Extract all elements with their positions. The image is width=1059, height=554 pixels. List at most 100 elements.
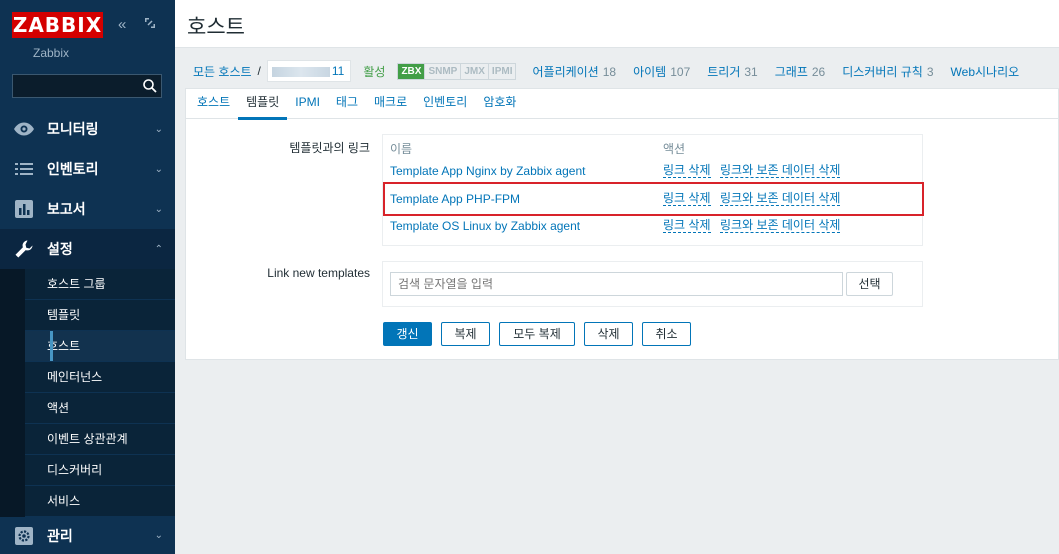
all-hosts-link[interactable]: 모든 호스트 [193, 63, 252, 80]
unlink-and-clear-button[interactable]: 링크와 보존 데이터 삭제 [720, 219, 841, 233]
main-content: 호스트 모든 호스트 / 11 활성 ZBX SNMP JMX IPMI 어플리… [175, 0, 1059, 554]
menu-administration[interactable]: 관리 ⌄ [0, 517, 175, 554]
column-header-action: 액션 [663, 142, 686, 156]
page-title: 호스트 [187, 15, 245, 39]
zabbix-logo[interactable]: ZABBIX [12, 12, 103, 38]
tab-tags[interactable]: 태그 [328, 89, 366, 119]
snmp-availability-badge: SNMP [424, 63, 461, 79]
tab-ipmi[interactable]: IPMI [287, 89, 328, 119]
select-button[interactable]: 선택 [846, 272, 893, 296]
tab-templates[interactable]: 템플릿 [238, 89, 288, 120]
template-name-link[interactable]: Template OS Linux by Zabbix agent [390, 219, 580, 233]
current-host-link[interactable]: 11 [266, 60, 352, 82]
sidebar-search-input[interactable] [13, 75, 133, 97]
unlink-button[interactable]: 링크 삭제 [663, 164, 711, 178]
tab-macros[interactable]: 매크로 [366, 89, 415, 119]
wrench-icon [13, 238, 35, 260]
applications-nav: 어플리케이션 18 [532, 63, 616, 80]
chevron-down-icon: ⌄ [154, 163, 163, 175]
discovery-rules-link[interactable]: 디스커버리 규칙 [842, 65, 923, 79]
menu-label: 설정 [47, 241, 73, 257]
clone-button[interactable]: 복제 [441, 322, 490, 346]
host-navigation: 모든 호스트 / 11 활성 ZBX SNMP JMX IPMI 어플리케이션 1… [185, 58, 1059, 84]
kiosk-mode-icon[interactable] [144, 17, 156, 29]
submenu-maintenance[interactable]: 메인터넌스 [25, 362, 175, 393]
menu-label: 인벤토리 [47, 161, 99, 177]
link-new-templates-box: 선택 [382, 261, 923, 307]
gear-icon [13, 525, 35, 547]
submenu-event-correlation[interactable]: 이벤트 상관관계 [25, 424, 175, 455]
bar-chart-icon [13, 198, 35, 220]
chevron-down-icon: ⌄ [154, 203, 163, 215]
discovery-rules-nav: 디스커버리 규칙 3 [842, 63, 933, 80]
graphs-nav: 그래프 26 [775, 63, 825, 80]
triggers-count: 31 [744, 64, 758, 79]
items-link[interactable]: 아이템 [633, 65, 666, 79]
submenu-services[interactable]: 서비스 [25, 486, 175, 517]
applications-link[interactable]: 어플리케이션 [532, 65, 598, 79]
submenu-hosts[interactable]: 호스트 [25, 331, 175, 362]
update-button[interactable]: 갱신 [383, 322, 432, 346]
eye-icon [13, 118, 35, 140]
column-header-name: 이름 [390, 142, 413, 156]
items-count: 107 [670, 64, 691, 79]
list-icon [13, 158, 35, 180]
submenu-discovery[interactable]: 디스커버리 [25, 455, 175, 486]
graphs-link[interactable]: 그래프 [775, 65, 808, 79]
breadcrumb-separator: / [257, 64, 261, 78]
unlink-and-clear-button[interactable]: 링크와 보존 데이터 삭제 [720, 192, 841, 206]
availability-badges: ZBX SNMP JMX IPMI [397, 62, 517, 80]
zbx-availability-badge: ZBX [398, 63, 425, 79]
redacted-host-name [271, 66, 330, 77]
tab-host[interactable]: 호스트 [189, 89, 238, 119]
server-name: Zabbix [33, 46, 70, 60]
search-icon[interactable] [142, 78, 158, 94]
table-row: Template App PHP-FPM 링크 삭제 링크와 보존 데이터 삭제 [383, 188, 924, 210]
sidebar: ZABBIX « Zabbix 모니터링 ⌄ 인벤토리 ⌄ 보고서 ⌄ 설정 ⌃… [0, 0, 175, 554]
linked-templates-label: 템플릿과의 링크 [289, 141, 370, 155]
host-form: 호스트 템플릿 IPMI 태그 매크로 인벤토리 암호화 템플릿과의 링크 이름… [185, 88, 1059, 360]
table-row: Template App Nginx by Zabbix agent 링크 삭제… [383, 160, 924, 182]
chevron-down-icon: ⌄ [154, 530, 163, 541]
config-submenu: 호스트 그룹 템플릿 호스트 메인터넌스 액션 이벤트 상관관계 디스커버리 서… [25, 269, 175, 517]
table-row: Template OS Linux by Zabbix agent 링크 삭제 … [383, 215, 924, 237]
submenu-gutter [0, 269, 25, 517]
graphs-count: 26 [811, 64, 826, 79]
web-scenarios-nav: Web시나리오 [951, 63, 1020, 80]
cancel-button[interactable]: 취소 [642, 322, 691, 346]
tab-bar: 호스트 템플릿 IPMI 태그 매크로 인벤토리 암호화 [186, 89, 1059, 120]
template-name-link[interactable]: Template App PHP-FPM [390, 192, 520, 206]
applications-count: 18 [602, 64, 617, 79]
submenu-actions[interactable]: 액션 [25, 393, 175, 424]
submenu-templates[interactable]: 템플릿 [25, 300, 175, 331]
ipmi-availability-badge: IPMI [487, 63, 516, 79]
submenu-host-groups[interactable]: 호스트 그룹 [25, 269, 175, 300]
triggers-link[interactable]: 트리거 [707, 65, 740, 79]
web-scenarios-link[interactable]: Web시나리오 [951, 65, 1020, 79]
page-header: 호스트 [175, 0, 1059, 48]
tab-encryption[interactable]: 암호화 [475, 89, 524, 119]
items-nav: 아이템 107 [633, 63, 690, 80]
jmx-availability-badge: JMX [460, 63, 488, 79]
triggers-nav: 트리거 31 [707, 63, 757, 80]
menu-label: 관리 [47, 527, 73, 544]
menu-monitoring[interactable]: 모니터링 ⌄ [0, 109, 175, 149]
menu-label: 모니터링 [47, 121, 99, 137]
full-clone-button[interactable]: 모두 복제 [499, 322, 575, 346]
unlink-button[interactable]: 링크 삭제 [663, 219, 711, 233]
menu-inventory[interactable]: 인벤토리 ⌄ [0, 149, 175, 189]
template-search-input[interactable] [390, 272, 843, 296]
collapse-sidebar-icon[interactable]: « [118, 16, 126, 34]
host-status-enabled[interactable]: 활성 [363, 63, 385, 80]
link-new-templates-label: Link new templates [267, 266, 370, 280]
chevron-down-icon: ⌄ [154, 123, 163, 135]
delete-button[interactable]: 삭제 [584, 322, 633, 346]
unlink-and-clear-button[interactable]: 링크와 보존 데이터 삭제 [720, 164, 841, 178]
sidebar-search [12, 74, 162, 98]
menu-reports[interactable]: 보고서 ⌄ [0, 189, 175, 229]
template-name-link[interactable]: Template App Nginx by Zabbix agent [390, 164, 585, 178]
menu-configuration[interactable]: 설정 ⌃ [0, 229, 175, 269]
unlink-button[interactable]: 링크 삭제 [663, 192, 711, 206]
discovery-rules-count: 3 [926, 64, 934, 79]
tab-inventory[interactable]: 인벤토리 [415, 89, 475, 119]
